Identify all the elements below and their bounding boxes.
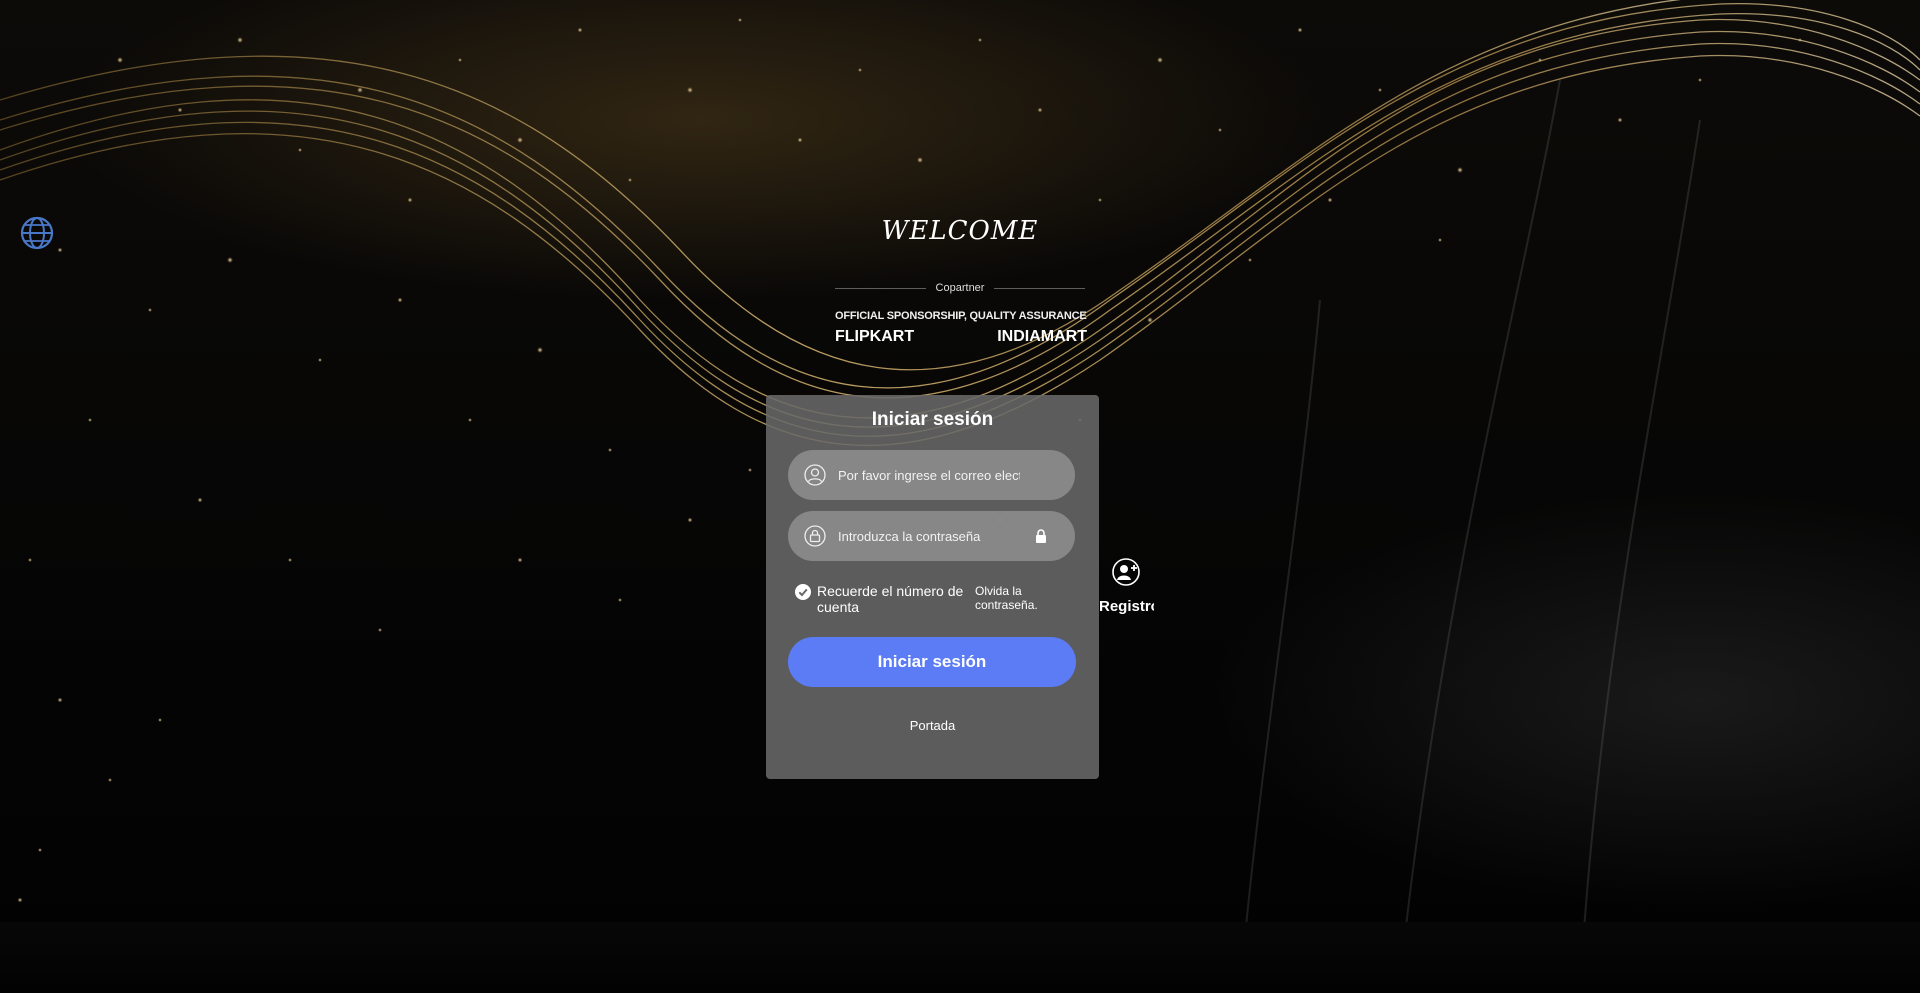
bottom-band bbox=[0, 922, 1920, 993]
login-card: Iniciar sesión Recuerde el número de cue… bbox=[766, 395, 1099, 779]
partner-brands: FLIPKART INDIAMART bbox=[835, 328, 1087, 346]
forgot-password-link[interactable]: Olvida la contraseña. bbox=[975, 584, 1055, 612]
password-field-wrapper bbox=[788, 511, 1075, 561]
language-button[interactable] bbox=[20, 216, 54, 250]
register-button[interactable]: Registro bbox=[1099, 556, 1154, 616]
show-password-lock-icon[interactable] bbox=[1034, 529, 1048, 543]
checkbox-checked-icon bbox=[795, 584, 811, 600]
brand-indiamart: INDIAMART bbox=[997, 328, 1087, 345]
remember-label: Recuerde el número de cuenta bbox=[817, 583, 964, 615]
home-link[interactable]: Portada bbox=[766, 718, 1099, 733]
register-label: Registro bbox=[1099, 598, 1154, 615]
copartner-label: Copartner bbox=[935, 282, 985, 294]
sponsorship-text: OFFICIAL SPONSORSHIP, QUALITY ASSURANCE bbox=[835, 310, 1087, 322]
login-button[interactable]: Iniciar sesión bbox=[788, 637, 1076, 687]
email-input[interactable] bbox=[838, 467, 1020, 483]
divider-line-left bbox=[835, 287, 926, 289]
password-input[interactable] bbox=[838, 528, 1020, 544]
globe-icon bbox=[20, 216, 54, 250]
user-add-icon bbox=[1112, 558, 1140, 586]
brand-flipkart: FLIPKART bbox=[835, 328, 915, 345]
email-field-wrapper bbox=[788, 450, 1075, 500]
welcome-heading: WELCOME bbox=[881, 216, 1039, 246]
padlock-icon bbox=[804, 525, 826, 547]
divider-line-right bbox=[994, 287, 1086, 289]
login-title: Iniciar sesión bbox=[871, 409, 994, 430]
remember-account-checkbox[interactable]: Recuerde el número de cuenta bbox=[795, 583, 967, 615]
copartner-divider: Copartner bbox=[835, 281, 1086, 295]
user-icon bbox=[804, 464, 826, 486]
